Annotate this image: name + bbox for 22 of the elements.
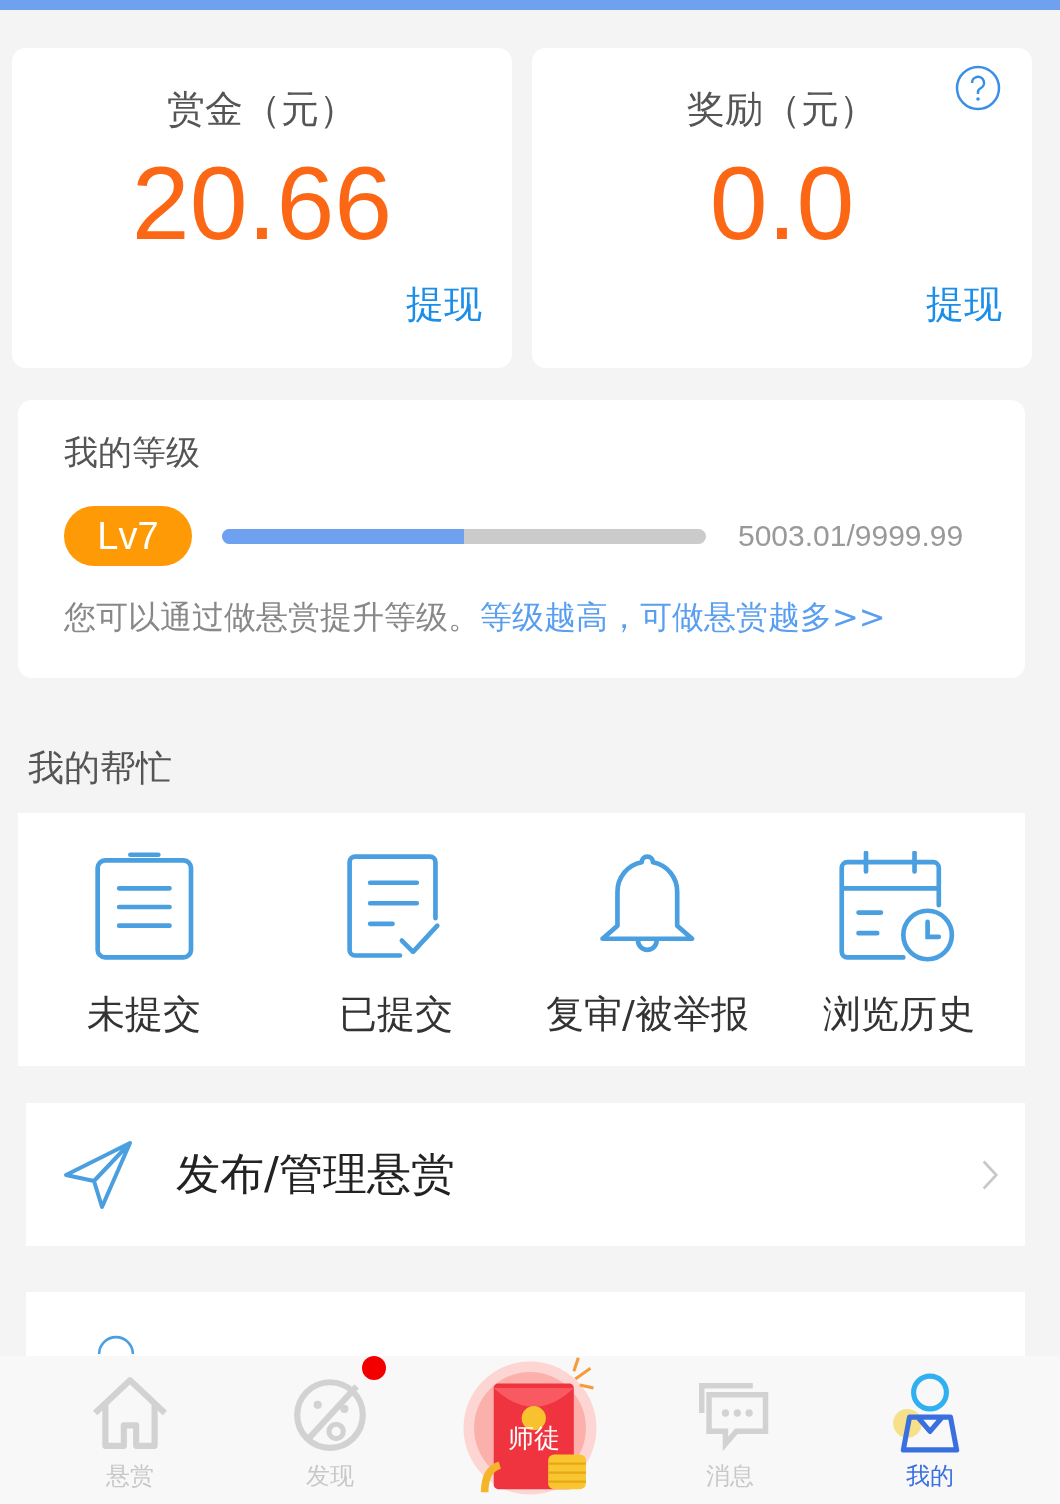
level-badge: Lv7 [64, 506, 192, 566]
section-title: 我的帮忙 [28, 746, 173, 790]
help-item[interactable]: 未提交 [18, 813, 270, 1066]
paper-plane-icon [62, 1138, 134, 1211]
nav-tab[interactable]: 师徒 [462, 1356, 598, 1500]
help-icon[interactable] [954, 64, 1002, 112]
balance-amount: 20.66 [131, 151, 393, 255]
help-item[interactable]: 复审/被举报 [521, 813, 774, 1066]
balance-label: 赏金（元） [167, 86, 357, 133]
level-link[interactable]: 等级越高，可做悬赏越多>> [480, 598, 886, 636]
balance-label: 奖励（元） [687, 86, 877, 133]
balance-amount: 0.0 [709, 151, 855, 255]
help-item[interactable]: 已提交 [269, 813, 522, 1066]
nav-tab[interactable]: 我的 [830, 1356, 1030, 1504]
progress-reading: 5003.01/9999.99 [738, 519, 964, 553]
withdraw-link[interactable]: 提现 [926, 279, 1002, 330]
level-title: 我的等级 [64, 431, 201, 474]
withdraw-link[interactable]: 提现 [406, 279, 482, 330]
clipboard-icon [92, 851, 196, 963]
help-item[interactable]: 浏览历史 [773, 813, 1025, 1066]
menu-row[interactable]: 发布/管理悬赏 [26, 1103, 1025, 1246]
level-hint: 您可以通过做悬赏提升等级。等级越高，可做悬赏越多>> [64, 597, 887, 638]
